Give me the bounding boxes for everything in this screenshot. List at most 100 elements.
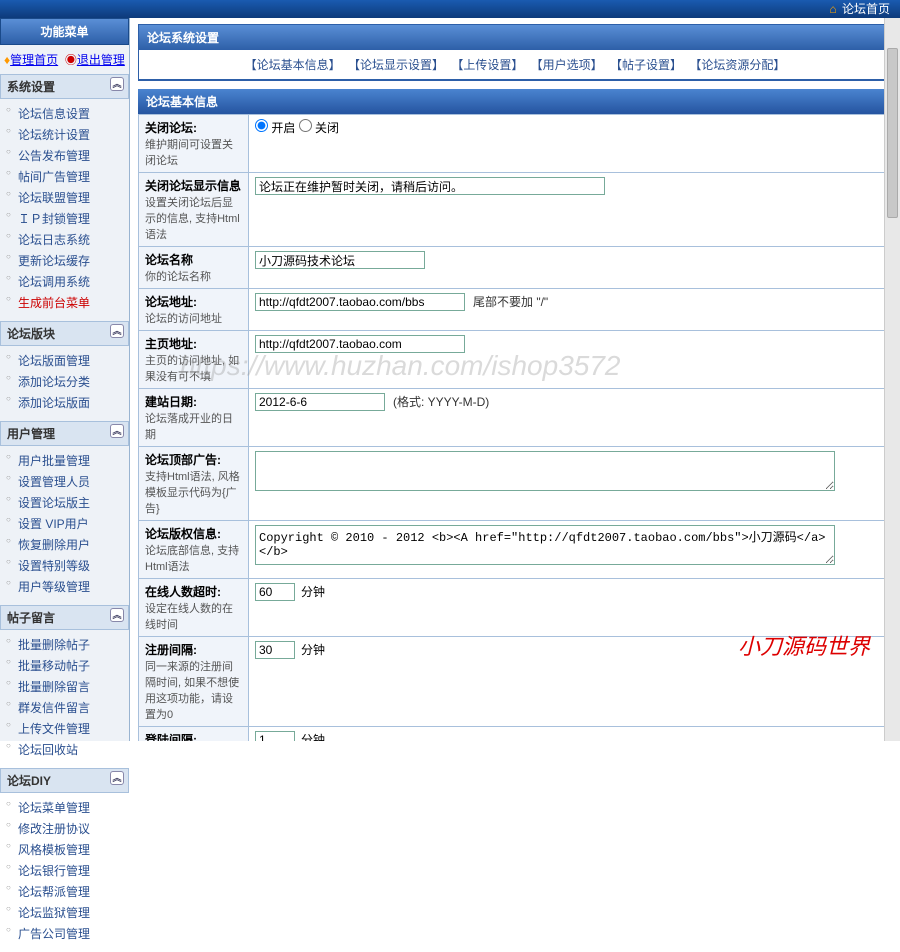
text-input[interactable] — [255, 177, 605, 195]
tab-link[interactable]: 【上传设置】 — [451, 58, 523, 72]
sidebar-item[interactable]: 用户批量管理 — [0, 450, 129, 471]
chevron-up-icon[interactable]: ︽ — [110, 77, 124, 91]
forum-home-link[interactable]: 论坛首页 — [842, 2, 890, 16]
sidebar-link[interactable]: 论坛回收站 — [18, 743, 78, 757]
sidebar-item[interactable]: 论坛监狱管理 — [0, 902, 129, 923]
sidebar-link[interactable]: 论坛日志系统 — [18, 233, 90, 247]
text-input[interactable] — [255, 393, 385, 411]
sidebar-item[interactable]: 论坛联盟管理 — [0, 187, 129, 208]
scrollbar-thumb[interactable] — [887, 48, 898, 218]
sidebar-link[interactable]: 论坛菜单管理 — [18, 801, 90, 815]
sidebar-item[interactable]: 广告公司管理 — [0, 923, 129, 944]
field-value: 尾部不要加 "/" — [249, 289, 892, 331]
sidebar-link[interactable]: 添加论坛分类 — [18, 375, 90, 389]
sidebar-item[interactable]: 论坛调用系统 — [0, 271, 129, 292]
sidebar-group-header[interactable]: 论坛DIY︽ — [0, 768, 129, 793]
sidebar-link[interactable]: 批量删除帖子 — [18, 638, 90, 652]
sidebar-group-header[interactable]: 论坛版块︽ — [0, 321, 129, 346]
sidebar-item[interactable]: 帖间广告管理 — [0, 166, 129, 187]
sidebar-link[interactable]: 论坛帮派管理 — [18, 885, 90, 899]
sidebar-link[interactable]: 设置 VIP用户 — [18, 517, 89, 531]
sidebar-group-header[interactable]: 帖子留言︽ — [0, 605, 129, 630]
sidebar-item[interactable]: 批量删除留言 — [0, 676, 129, 697]
sidebar-link[interactable]: 设置管理人员 — [18, 475, 90, 489]
logout-link[interactable]: 退出管理 — [77, 53, 125, 67]
sidebar-item[interactable]: 论坛日志系统 — [0, 229, 129, 250]
sidebar-link[interactable]: 添加论坛版面 — [18, 396, 90, 410]
sidebar-item[interactable]: 批量移动帖子 — [0, 655, 129, 676]
sidebar-link[interactable]: 论坛统计设置 — [18, 128, 90, 142]
sidebar-link[interactable]: 批量删除留言 — [18, 680, 90, 694]
text-input[interactable] — [255, 251, 425, 269]
sidebar-item[interactable]: 设置特别等级 — [0, 555, 129, 576]
sidebar-link[interactable]: 上传文件管理 — [18, 722, 90, 736]
sidebar-link[interactable]: 用户批量管理 — [18, 454, 90, 468]
sidebar-item[interactable]: 设置论坛版主 — [0, 492, 129, 513]
sidebar-link[interactable]: 广告公司管理 — [18, 927, 90, 941]
chevron-up-icon[interactable]: ︽ — [110, 771, 124, 785]
sidebar-item[interactable]: 批量删除帖子 — [0, 634, 129, 655]
textarea-input[interactable] — [255, 451, 835, 491]
chevron-up-icon[interactable]: ︽ — [110, 608, 124, 622]
sidebar-link[interactable]: 论坛调用系统 — [18, 275, 90, 289]
sidebar-link[interactable]: 公告发布管理 — [18, 149, 90, 163]
chevron-up-icon[interactable]: ︽ — [110, 424, 124, 438]
tab-link[interactable]: 【论坛基本信息】 — [245, 58, 341, 72]
sidebar-item[interactable]: 论坛信息设置 — [0, 103, 129, 124]
sidebar-item[interactable]: 公告发布管理 — [0, 145, 129, 166]
sidebar-item[interactable]: 论坛版面管理 — [0, 350, 129, 371]
tab-link[interactable]: 【论坛显示设置】 — [348, 58, 444, 72]
text-input[interactable] — [255, 583, 295, 601]
sidebar-link[interactable]: 恢复删除用户 — [18, 538, 90, 552]
text-input[interactable] — [255, 731, 295, 741]
sidebar-item[interactable]: 论坛银行管理 — [0, 860, 129, 881]
scrollbar[interactable] — [884, 18, 900, 741]
sidebar-link[interactable]: 设置特别等级 — [18, 559, 90, 573]
sidebar-link[interactable]: 群发信件留言 — [18, 701, 90, 715]
sidebar-link[interactable]: 设置论坛版主 — [18, 496, 90, 510]
text-input[interactable] — [255, 335, 465, 353]
sidebar-item[interactable]: 添加论坛版面 — [0, 392, 129, 413]
sidebar-link[interactable]: 批量移动帖子 — [18, 659, 90, 673]
sidebar-link[interactable]: 论坛银行管理 — [18, 864, 90, 878]
tab-link[interactable]: 【论坛资源分配】 — [689, 58, 785, 72]
sidebar-item[interactable]: ＩＰ封锁管理 — [0, 208, 129, 229]
sidebar-link[interactable]: 更新论坛缓存 — [18, 254, 90, 268]
sidebar-link[interactable]: 论坛版面管理 — [18, 354, 90, 368]
sidebar-link[interactable]: 论坛信息设置 — [18, 107, 90, 121]
sidebar-link[interactable]: 风格模板管理 — [18, 843, 90, 857]
sidebar-link[interactable]: 论坛联盟管理 — [18, 191, 90, 205]
sidebar-item[interactable]: 更新论坛缓存 — [0, 250, 129, 271]
sidebar-item[interactable]: 设置管理人员 — [0, 471, 129, 492]
sidebar-item[interactable]: 论坛帮派管理 — [0, 881, 129, 902]
sidebar-group-header[interactable]: 用户管理︽ — [0, 421, 129, 446]
sidebar-item[interactable]: 风格模板管理 — [0, 839, 129, 860]
sidebar-item[interactable]: 论坛回收站 — [0, 739, 129, 760]
sidebar-item[interactable]: 论坛统计设置 — [0, 124, 129, 145]
textarea-input[interactable] — [255, 525, 835, 565]
sidebar-item[interactable]: 上传文件管理 — [0, 718, 129, 739]
radio-option[interactable] — [255, 119, 268, 132]
sidebar-item[interactable]: 修改注册协议 — [0, 818, 129, 839]
admin-home-link[interactable]: 管理首页 — [10, 53, 58, 67]
sidebar-link[interactable]: 生成前台菜单 — [18, 296, 90, 310]
sidebar-item[interactable]: 用户等级管理 — [0, 576, 129, 597]
text-input[interactable] — [255, 293, 465, 311]
sidebar-item[interactable]: 论坛菜单管理 — [0, 797, 129, 818]
tab-link[interactable]: 【帖子设置】 — [610, 58, 682, 72]
sidebar-item[interactable]: 群发信件留言 — [0, 697, 129, 718]
sidebar-link[interactable]: 用户等级管理 — [18, 580, 90, 594]
sidebar-item[interactable]: 生成前台菜单 — [0, 292, 129, 313]
sidebar-group-header[interactable]: 系统设置︽ — [0, 74, 129, 99]
chevron-up-icon[interactable]: ︽ — [110, 324, 124, 338]
sidebar-link[interactable]: 帖间广告管理 — [18, 170, 90, 184]
sidebar-item[interactable]: 设置 VIP用户 — [0, 513, 129, 534]
sidebar-item[interactable]: 恢复删除用户 — [0, 534, 129, 555]
text-input[interactable] — [255, 641, 295, 659]
radio-option[interactable] — [299, 119, 312, 132]
sidebar-item[interactable]: 添加论坛分类 — [0, 371, 129, 392]
sidebar-link[interactable]: 修改注册协议 — [18, 822, 90, 836]
sidebar-link[interactable]: ＩＰ封锁管理 — [18, 212, 90, 226]
sidebar-link[interactable]: 论坛监狱管理 — [18, 906, 90, 920]
tab-link[interactable]: 【用户选项】 — [531, 58, 603, 72]
